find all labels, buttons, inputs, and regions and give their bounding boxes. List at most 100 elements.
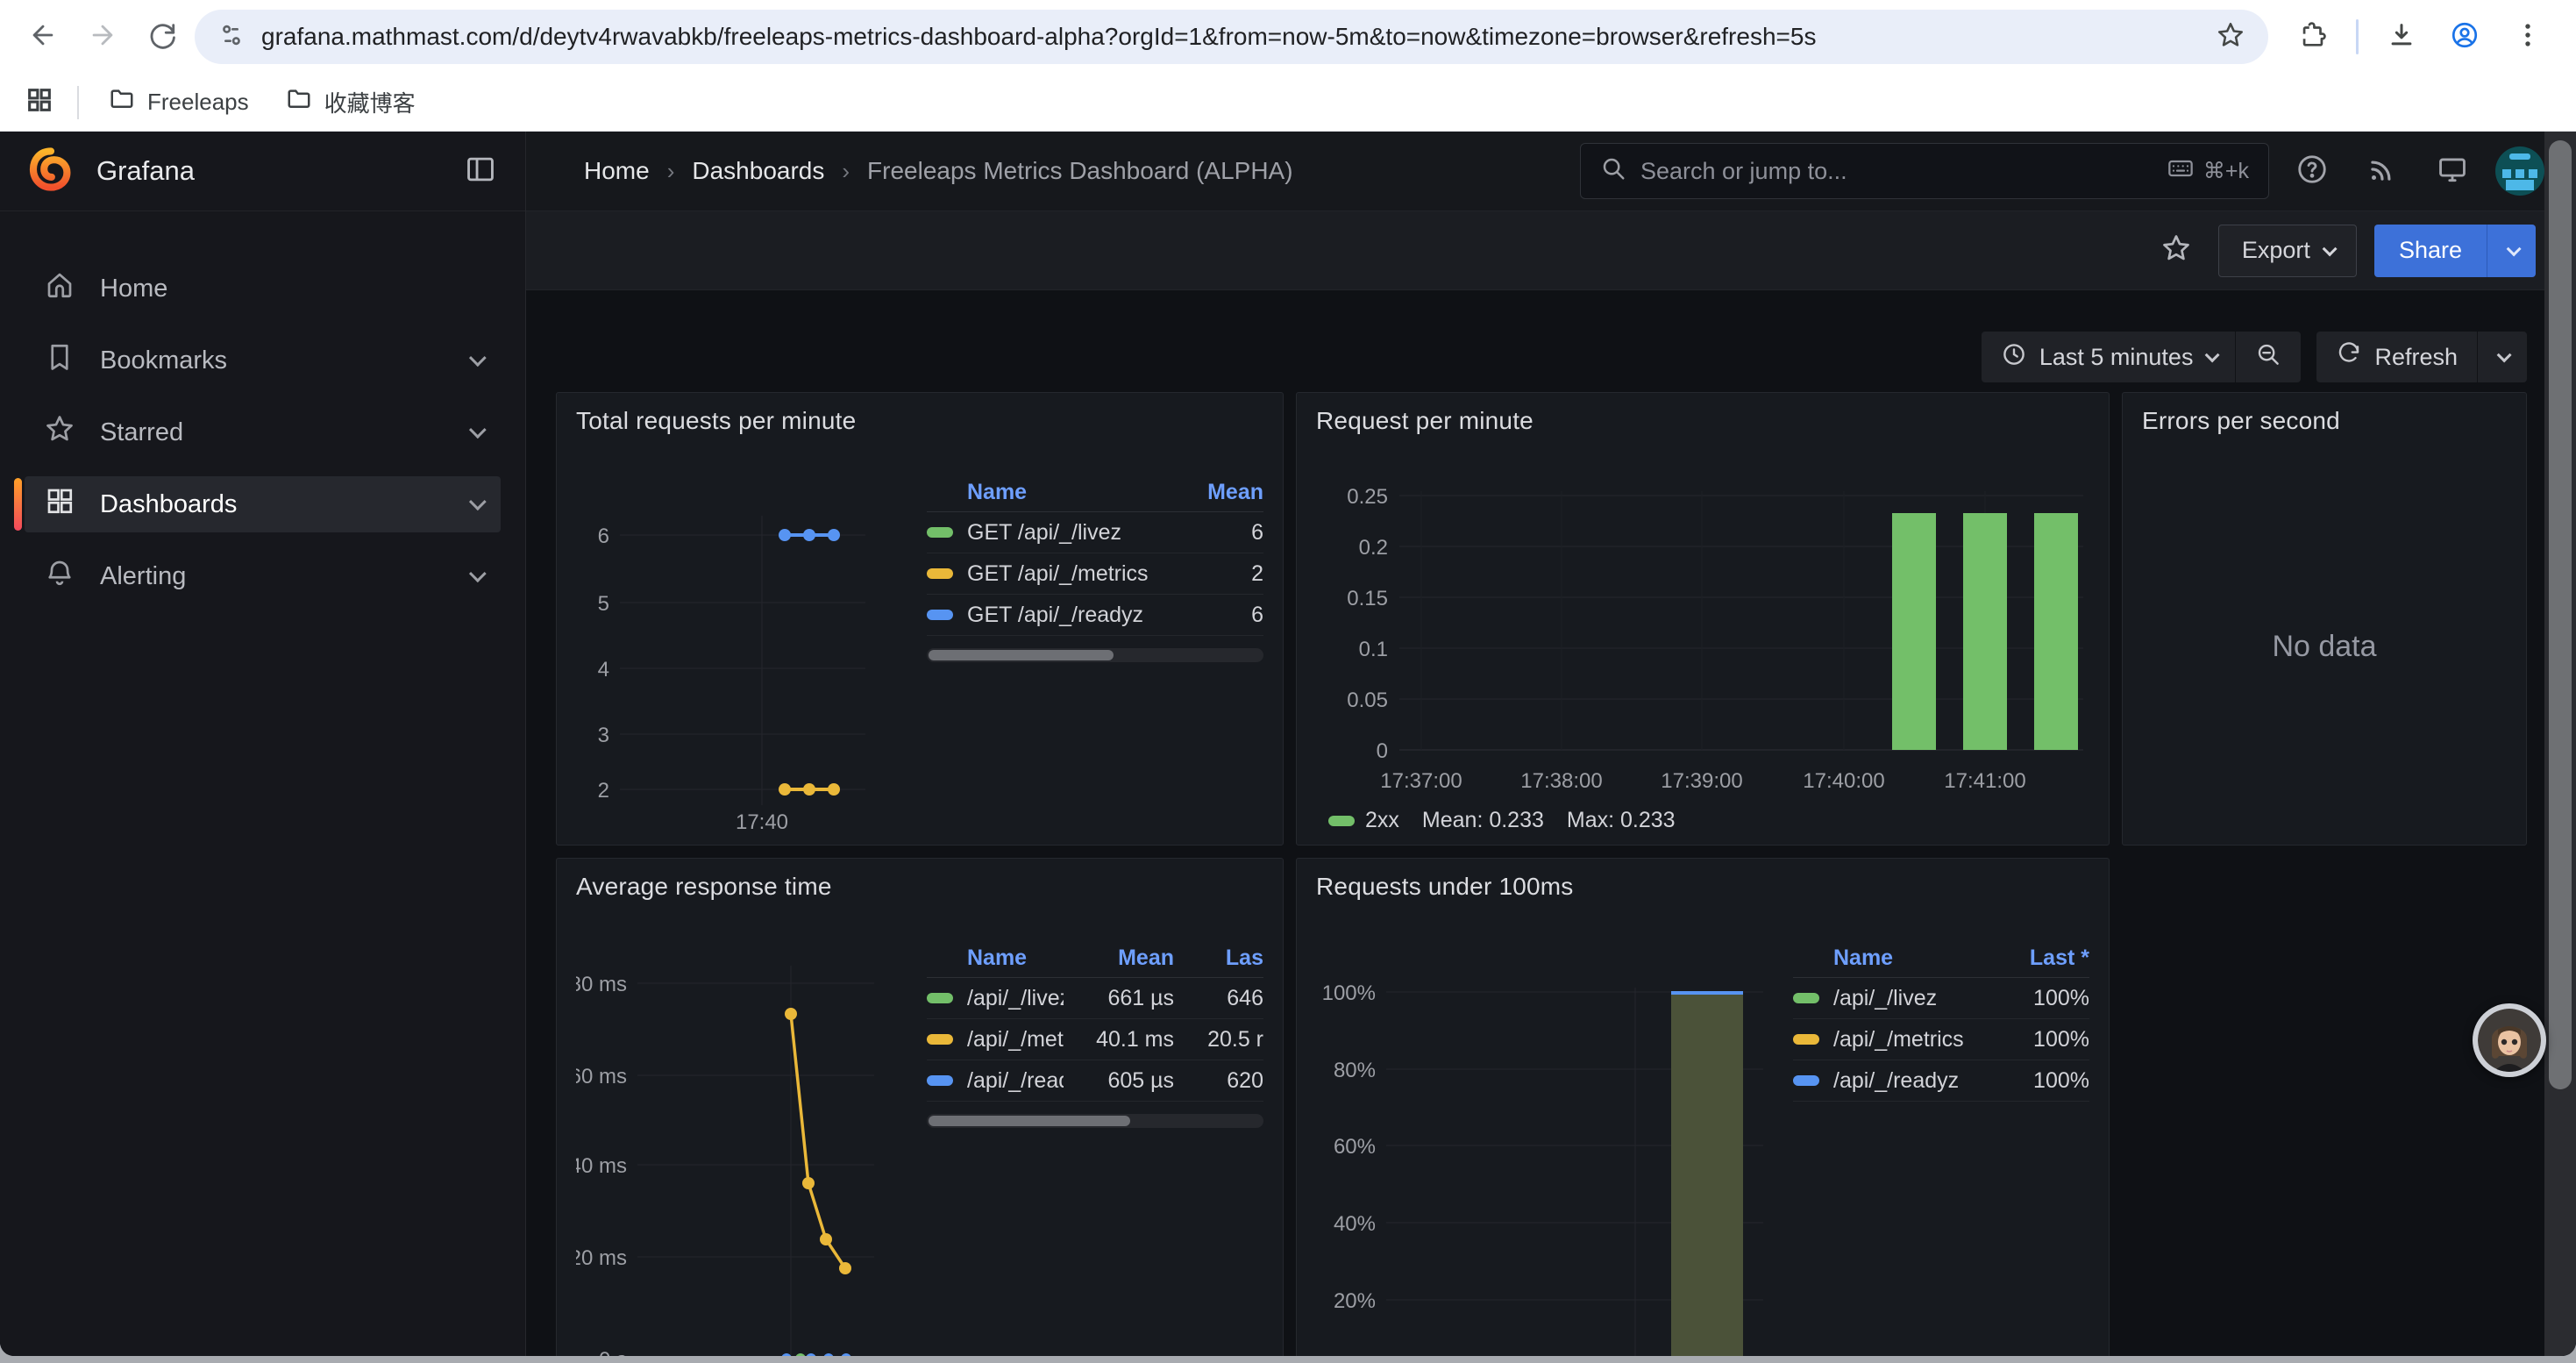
legend-row[interactable]: GET /api/_/metrics 2 [927,553,1263,595]
series-swatch-green [1793,993,1819,1003]
sidebar-item-label: Starred [100,418,183,447]
sidebar-item-dashboards[interactable]: Dashboards [25,476,501,532]
scrollbar-thumb[interactable] [2549,140,2572,1089]
url-text[interactable]: grafana.mathmast.com/d/deytv4rwavabkb/fr… [261,23,2200,51]
series-mean: Mean: 0.233 [1422,808,1544,833]
folder-icon [286,86,312,118]
panel-total-requests[interactable]: Total requests per minute 6 5 4 [556,392,1284,846]
favorite-dashboard-button[interactable] [2152,226,2201,275]
help-button[interactable] [2285,144,2339,198]
kiosk-mode-button[interactable] [2425,144,2480,198]
svg-text:100%: 100% [1322,981,1376,1005]
col-name[interactable]: Name [967,480,1153,505]
col-name[interactable]: Name [967,946,1064,971]
legend-row[interactable]: /api/_/readyz 100% [1793,1060,2089,1102]
profile-button[interactable] [2437,10,2492,64]
clock-icon [2001,341,2027,374]
breadcrumb-home[interactable]: Home [584,157,650,185]
keyboard-icon [2167,154,2195,189]
chevron-down-icon[interactable] [469,349,487,367]
bookmark-star-icon[interactable] [2216,20,2245,54]
address-bar[interactable]: grafana.mathmast.com/d/deytv4rwavabkb/fr… [195,10,2268,64]
bookmark-folder-freeleaps[interactable]: Freeleaps [95,79,263,125]
assistant-avatar[interactable] [2473,1003,2546,1077]
legend-row[interactable]: /api/_/livez 100% [1793,978,2089,1019]
reload-icon [147,20,177,54]
news-button[interactable] [2355,144,2409,198]
browser-window: grafana.mathmast.com/d/deytv4rwavabkb/fr… [0,0,2576,1356]
breadcrumb-current: Freeleaps Metrics Dashboard (ALPHA) [867,157,1293,185]
svg-text:40 ms: 40 ms [576,1154,627,1178]
panel-title: Requests under 100ms [1316,873,2089,901]
breadcrumb-dashboards[interactable]: Dashboards [692,157,824,185]
legend-row[interactable]: /api/_/metrics 100% [1793,1019,2089,1060]
legend-header-row: Name Mean Las [927,939,1263,978]
zoom-out-button[interactable] [2236,332,2301,382]
sidebar-header: Grafana [0,132,525,211]
svg-text:17:37:00: 17:37:00 [1380,769,1462,793]
search-input[interactable]: Search or jump to... ⌘+k [1580,143,2269,199]
user-avatar[interactable] [2495,146,2544,196]
col-mean[interactable]: Mean [1167,480,1263,505]
apps-button[interactable] [18,81,61,125]
legend-row[interactable]: GET /api/_/readyz 6 [927,595,1263,636]
col-mean[interactable]: Mean [1078,946,1174,971]
chevron-down-icon [2323,241,2338,256]
series-name: GET /api/_/livez [967,520,1153,546]
sidebar-item-bookmarks[interactable]: Bookmarks [25,332,501,389]
bookmark-folder-blogs[interactable]: 收藏博客 [272,79,430,125]
dock-sidebar-icon[interactable] [464,153,497,190]
panel-requests-under-100ms[interactable]: Requests under 100ms 100% 80% [1296,858,2110,1356]
site-info-icon[interactable] [217,21,246,54]
total-requests-chart: 6 5 4 3 2 17:40 [576,439,927,833]
dashboard-canvas: Last 5 minutes Refresh [526,290,2576,1356]
browser-toolbar: grafana.mathmast.com/d/deytv4rwavabkb/fr… [0,0,2576,74]
chart-legend: 2xx Mean: 0.233 Max: 0.233 [1328,808,2089,833]
grafana-logo-icon[interactable] [28,146,74,196]
time-range-label: Last 5 minutes [2039,344,2194,371]
legend-scrollbar[interactable] [927,1114,1263,1128]
extensions-button[interactable] [2286,10,2340,64]
panel-errors-per-second[interactable]: Errors per second No data [2122,392,2527,846]
sidebar-item-label: Home [100,275,167,303]
time-range-picker[interactable]: Last 5 minutes [1982,332,2236,382]
sidebar-item-starred[interactable]: Starred [25,404,501,460]
refresh-button[interactable]: Refresh [2316,332,2477,382]
sidebar-item-label: Dashboards [100,490,237,519]
chevron-down-icon[interactable] [469,493,487,510]
col-last[interactable]: Last * [1993,946,2089,971]
col-name[interactable]: Name [1833,946,1979,971]
browser-menu-button[interactable] [2501,10,2555,64]
svg-text:17:41:00: 17:41:00 [1944,769,2025,793]
share-button[interactable]: Share [2374,225,2487,277]
panel-avg-response-time[interactable]: Average response time 80 ms 60 ms 40 ms [556,858,1284,1356]
legend-row[interactable]: /api/_/livez 661 µs 646 [927,978,1263,1019]
series-swatch-blue [927,610,953,620]
chevron-down-icon[interactable] [469,565,487,582]
download-icon [2387,20,2416,54]
page-scrollbar[interactable] [2544,132,2576,1356]
svg-text:0.25: 0.25 [1347,485,1388,509]
forward-button[interactable] [75,10,130,64]
reload-button[interactable] [135,10,189,64]
panel-request-per-minute[interactable]: Request per minute 0.25 [1296,392,2110,846]
chevron-down-icon [2205,347,2220,362]
chevron-down-icon[interactable] [469,421,487,439]
col-last[interactable]: Las [1188,946,1263,971]
back-button[interactable] [16,10,70,64]
sidebar-item-alerting[interactable]: Alerting [25,548,501,604]
refresh-interval-button[interactable] [2478,332,2527,382]
panel-title: Errors per second [2142,407,2507,435]
downloads-button[interactable] [2374,10,2429,64]
share-menu-button[interactable] [2487,225,2536,277]
legend-scrollbar[interactable] [927,648,1263,662]
legend-row[interactable]: /api/_/readyz 605 µs 620 [927,1060,1263,1102]
sidebar-item-home[interactable]: Home [25,260,501,317]
legend-row[interactable]: /api/_/metrics 40.1 ms 20.5 r [927,1019,1263,1060]
series-name[interactable]: 2xx [1365,808,1399,833]
series-last: 646 [1188,986,1263,1011]
svg-text:0 s: 0 s [599,1348,627,1356]
series-last: 100% [1993,986,2089,1011]
legend-row[interactable]: GET /api/_/livez 6 [927,512,1263,553]
export-button[interactable]: Export [2218,225,2357,277]
